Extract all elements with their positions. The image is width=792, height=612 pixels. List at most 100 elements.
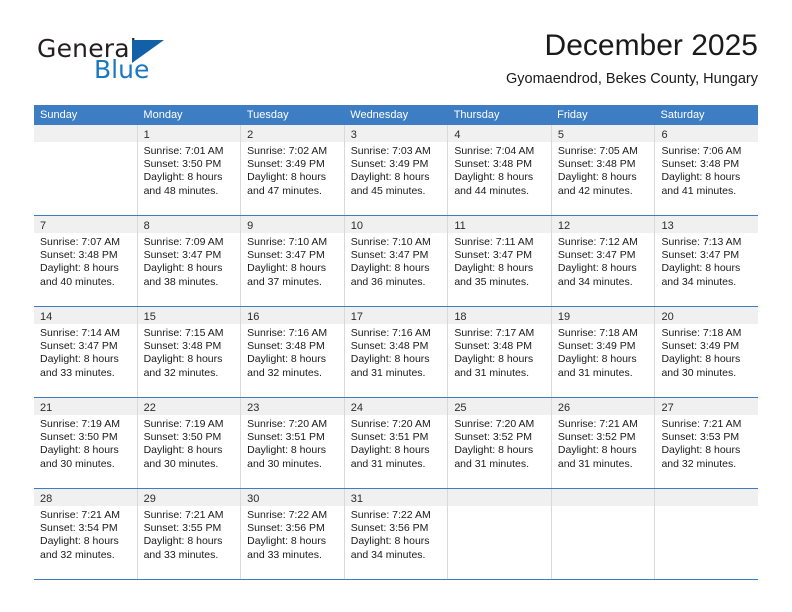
sunrise-line: Sunrise: 7:22 AM bbox=[247, 509, 328, 521]
day-number: 14 bbox=[40, 311, 53, 323]
calendar-day-cell[interactable]: 25 Sunrise: 7:20 AM Sunset: 3:52 PM Dayligh… bbox=[448, 398, 552, 488]
calendar-day-cell[interactable]: 17 Sunrise: 7:16 AM Sunset: 3:48 PM Dayligh… bbox=[344, 307, 449, 397]
daylight-line-2: and 33 minutes. bbox=[143, 548, 219, 561]
daylight-line-2: and 30 minutes. bbox=[247, 457, 322, 470]
calendar-day-cell[interactable]: 20 Sunrise: 7:18 AM Sunset: 3:49 PM Dayligh… bbox=[655, 307, 759, 397]
calendar-day-cell[interactable]: 6 Sunrise: 7:06 AM Sunset: 3:48 PM Daylight… bbox=[655, 125, 759, 215]
daylight-line-1: Daylight: 8 hours bbox=[40, 353, 119, 366]
calendar-day-cell[interactable]: 29 Sunrise: 7:21 AM Sunset: 3:55 PM Dayligh… bbox=[137, 489, 242, 579]
daylight-line-2: and 34 minutes. bbox=[661, 275, 737, 288]
sunrise-line: Sunrise: 7:09 AM bbox=[143, 236, 224, 248]
day-number-bar: 9 bbox=[241, 216, 344, 233]
day-detail-body: Sunrise: 7:22 AM Sunset: 3:56 PM Daylight:… bbox=[241, 506, 344, 562]
daylight-line-2: and 31 minutes. bbox=[454, 366, 530, 379]
daylight-line-2: and 32 minutes. bbox=[40, 548, 115, 561]
calendar-day-cell[interactable]: 30 Sunrise: 7:22 AM Sunset: 3:56 PM Dayligh… bbox=[241, 489, 345, 579]
calendar-day-cell[interactable]: 21 Sunrise: 7:19 AM Sunset: 3:50 PM Dayligh… bbox=[34, 398, 138, 488]
day-number-bar: 4 bbox=[448, 125, 551, 142]
calendar-day-cell[interactable]: 15 Sunrise: 7:15 AM Sunset: 3:48 PM Dayligh… bbox=[137, 307, 242, 397]
calendar-day-cell[interactable]: 4 Sunrise: 7:04 AM Sunset: 3:48 PM Daylight… bbox=[448, 125, 552, 215]
daylight-line-2: and 31 minutes. bbox=[557, 366, 633, 379]
day-detail-body: Sunrise: 7:20 AM Sunset: 3:51 PM Daylight:… bbox=[345, 415, 448, 471]
daylight-line-2: and 32 minutes. bbox=[661, 457, 737, 470]
sunrise-line: Sunrise: 7:11 AM bbox=[454, 236, 534, 248]
calendar-day-cell[interactable]: 10 Sunrise: 7:10 AM Sunset: 3:47 PM Dayligh… bbox=[344, 216, 449, 306]
sunrise-line: Sunrise: 7:16 AM bbox=[350, 327, 431, 339]
sunset-line: Sunset: 3:52 PM bbox=[557, 431, 636, 444]
day-number-bar bbox=[655, 489, 759, 506]
calendar-day-cell[interactable]: 12 Sunrise: 7:12 AM Sunset: 3:47 PM Dayligh… bbox=[551, 216, 656, 306]
day-detail-body bbox=[552, 506, 655, 509]
calendar-day-cell[interactable]: 19 Sunrise: 7:18 AM Sunset: 3:49 PM Dayligh… bbox=[551, 307, 656, 397]
day-number: 19 bbox=[557, 311, 571, 323]
day-number-bar: 12 bbox=[551, 216, 655, 233]
day-detail-body bbox=[34, 142, 137, 145]
calendar-day-cell[interactable]: 14 Sunrise: 7:14 AM Sunset: 3:47 PM Dayligh… bbox=[34, 307, 138, 397]
calendar-day-cell[interactable]: 23 Sunrise: 7:20 AM Sunset: 3:51 PM Dayligh… bbox=[241, 398, 345, 488]
calendar-day-cell-empty bbox=[551, 489, 656, 579]
calendar-day-cell[interactable]: 18 Sunrise: 7:17 AM Sunset: 3:48 PM Dayligh… bbox=[448, 307, 552, 397]
day-detail-body: Sunrise: 7:10 AM Sunset: 3:47 PM Daylight:… bbox=[241, 233, 344, 289]
calendar-day-cell[interactable]: 11 Sunrise: 7:11 AM Sunset: 3:47 PM Dayligh… bbox=[448, 216, 552, 306]
calendar-day-cell-empty bbox=[448, 489, 552, 579]
day-detail-body: Sunrise: 7:03 AM Sunset: 3:49 PM Daylight:… bbox=[345, 142, 448, 198]
day-detail-body: Sunrise: 7:18 AM Sunset: 3:49 PM Daylight:… bbox=[552, 324, 655, 380]
day-number: 16 bbox=[247, 311, 260, 323]
sunset-line: Sunset: 3:56 PM bbox=[350, 522, 429, 535]
sunset-line: Sunset: 3:48 PM bbox=[661, 158, 740, 171]
brand-logo[interactable]: General Blue bbox=[34, 28, 244, 88]
day-detail-body: Sunrise: 7:17 AM Sunset: 3:48 PM Daylight:… bbox=[448, 324, 551, 380]
daylight-line-2: and 41 minutes. bbox=[661, 184, 737, 197]
sunset-line: Sunset: 3:48 PM bbox=[350, 340, 429, 353]
sunrise-line: Sunrise: 7:03 AM bbox=[350, 145, 431, 157]
sunset-line: Sunset: 3:49 PM bbox=[557, 340, 636, 353]
daylight-line-2: and 32 minutes. bbox=[247, 366, 322, 379]
weekday-header-friday: Friday bbox=[557, 109, 588, 121]
daylight-line-2: and 48 minutes. bbox=[143, 184, 219, 197]
daylight-line-1: Daylight: 8 hours bbox=[40, 444, 119, 457]
calendar-day-cell[interactable]: 2 Sunrise: 7:02 AM Sunset: 3:49 PM Daylight… bbox=[241, 125, 345, 215]
day-detail-body: Sunrise: 7:10 AM Sunset: 3:47 PM Daylight:… bbox=[345, 233, 448, 289]
daylight-line-1: Daylight: 8 hours bbox=[350, 171, 430, 184]
calendar-day-cell[interactable]: 27 Sunrise: 7:21 AM Sunset: 3:53 PM Dayligh… bbox=[655, 398, 759, 488]
calendar-day-cell[interactable]: 8 Sunrise: 7:09 AM Sunset: 3:47 PM Daylight… bbox=[137, 216, 242, 306]
daylight-line-2: and 47 minutes. bbox=[247, 184, 322, 197]
calendar-day-cell[interactable]: 9 Sunrise: 7:10 AM Sunset: 3:47 PM Daylight… bbox=[241, 216, 345, 306]
day-number: 7 bbox=[40, 220, 47, 232]
calendar-day-cell[interactable]: 13 Sunrise: 7:13 AM Sunset: 3:47 PM Dayligh… bbox=[655, 216, 759, 306]
daylight-line-2: and 30 minutes. bbox=[661, 366, 737, 379]
sunrise-line: Sunrise: 7:12 AM bbox=[557, 236, 638, 248]
calendar-day-cell[interactable]: 26 Sunrise: 7:21 AM Sunset: 3:52 PM Dayligh… bbox=[551, 398, 656, 488]
day-number: 11 bbox=[454, 220, 466, 232]
calendar-day-cell[interactable]: 16 Sunrise: 7:16 AM Sunset: 3:48 PM Dayligh… bbox=[241, 307, 345, 397]
day-number-bar: 10 bbox=[344, 216, 448, 233]
sunrise-line: Sunrise: 7:19 AM bbox=[40, 418, 120, 430]
calendar-day-cell[interactable]: 22 Sunrise: 7:19 AM Sunset: 3:50 PM Dayligh… bbox=[137, 398, 242, 488]
weekday-header-thursday: Thursday bbox=[453, 109, 500, 121]
calendar-day-cell[interactable]: 5 Sunrise: 7:05 AM Sunset: 3:48 PM Daylight… bbox=[551, 125, 656, 215]
calendar-day-cell-empty bbox=[34, 125, 138, 215]
sunrise-line: Sunrise: 7:20 AM bbox=[247, 418, 328, 430]
daylight-line-1: Daylight: 8 hours bbox=[454, 262, 534, 275]
calendar-day-cell[interactable]: 1 Sunrise: 7:01 AM Sunset: 3:50 PM Daylight… bbox=[137, 125, 242, 215]
daylight-line-1: Daylight: 8 hours bbox=[661, 353, 741, 366]
daylight-line-1: Daylight: 8 hours bbox=[143, 353, 223, 366]
calendar-day-cell[interactable]: 7 Sunrise: 7:07 AM Sunset: 3:48 PM Daylight… bbox=[34, 216, 138, 306]
daylight-line-1: Daylight: 8 hours bbox=[661, 262, 741, 275]
day-detail-body: Sunrise: 7:07 AM Sunset: 3:48 PM Daylight:… bbox=[34, 233, 137, 289]
sunset-line: Sunset: 3:48 PM bbox=[247, 340, 325, 353]
page-header: General Blue December 2025 Gyomaendrod, … bbox=[34, 28, 758, 94]
day-number: 30 bbox=[247, 493, 260, 505]
calendar-day-cell[interactable]: 3 Sunrise: 7:03 AM Sunset: 3:49 PM Daylight… bbox=[344, 125, 449, 215]
day-detail-body: Sunrise: 7:21 AM Sunset: 3:55 PM Daylight:… bbox=[138, 506, 241, 562]
calendar-day-cell[interactable]: 31 Sunrise: 7:22 AM Sunset: 3:56 PM Dayligh… bbox=[344, 489, 449, 579]
sunset-line: Sunset: 3:51 PM bbox=[247, 431, 325, 444]
daylight-line-1: Daylight: 8 hours bbox=[247, 535, 326, 548]
sunrise-line: Sunrise: 7:16 AM bbox=[247, 327, 328, 339]
calendar-day-cell[interactable]: 24 Sunrise: 7:20 AM Sunset: 3:51 PM Dayligh… bbox=[344, 398, 449, 488]
calendar-page: General Blue December 2025 Gyomaendrod, … bbox=[0, 0, 792, 612]
sunset-line: Sunset: 3:51 PM bbox=[350, 431, 429, 444]
daylight-line-1: Daylight: 8 hours bbox=[350, 444, 430, 457]
day-number-bar: 25 bbox=[448, 398, 551, 415]
calendar-day-cell[interactable]: 28 Sunrise: 7:21 AM Sunset: 3:54 PM Dayligh… bbox=[34, 489, 138, 579]
